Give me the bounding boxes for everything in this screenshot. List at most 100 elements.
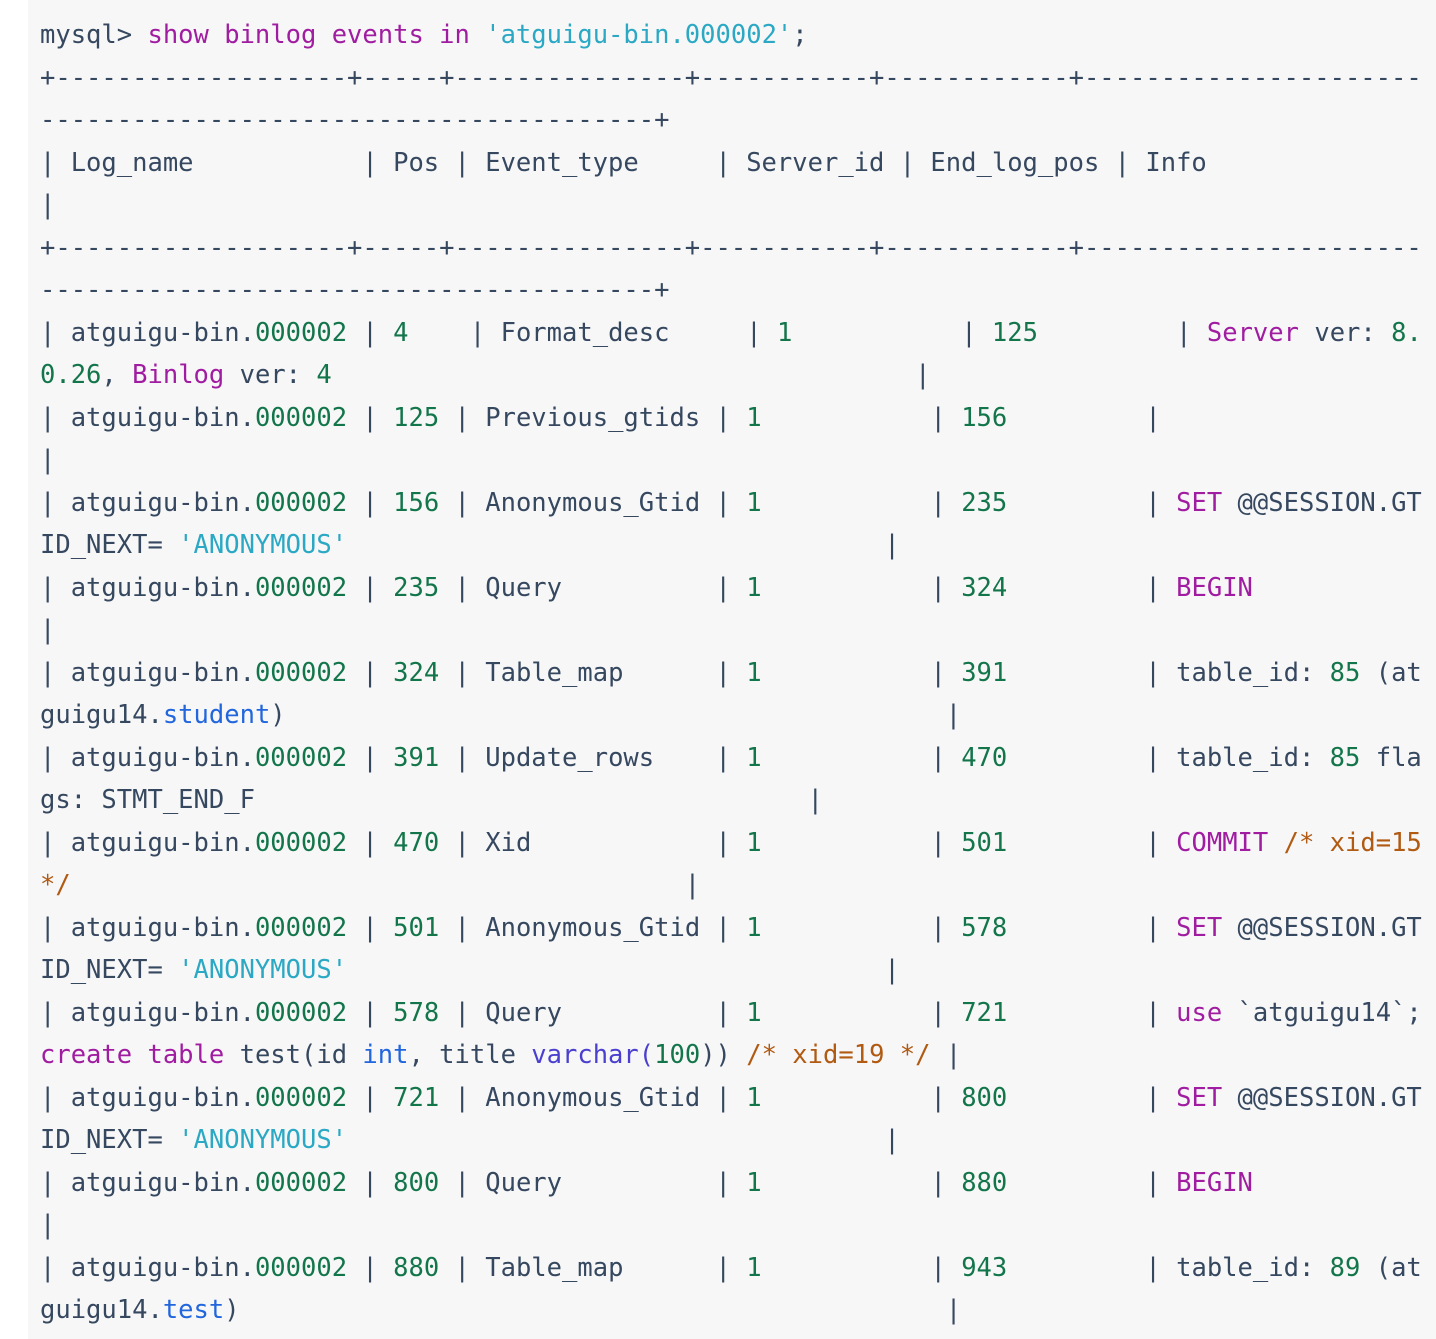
row-9-info-kw-use: use [1176, 997, 1223, 1028]
terminal-text[interactable]: mysql> show binlog events in 'atguigu-bi… [40, 14, 1436, 1332]
row-5-event-type: | Table_map | [439, 657, 747, 688]
sql-keywords: show binlog events in [147, 20, 470, 50]
row-12-server-id: 1 [746, 1252, 762, 1283]
row-7-sep-c: | [1007, 827, 1177, 858]
row-12-sep-a: | [347, 1252, 394, 1283]
row-6-info-table-id-label: | table_id: [1007, 742, 1330, 773]
row-5-log-name: | atguigu-bin. [40, 657, 255, 688]
row-3-log-suffix: 000002 [254, 487, 348, 518]
row-1-server-id: 1 [776, 317, 793, 348]
row-9-info-varchar-length: 100 [654, 1040, 701, 1070]
row-8-log-suffix: 000002 [254, 912, 348, 943]
row-10-sep-c: | [1007, 1082, 1177, 1113]
row-8-sep-a: | [347, 912, 394, 943]
row-2-log-name: | atguigu-bin. [40, 402, 255, 433]
row-7-tail: | [70, 870, 701, 900]
row-9-sep-a: | [347, 997, 394, 1028]
row-10-end-log-pos: 800 [961, 1082, 1008, 1113]
row-1-pos: 4 [393, 317, 409, 348]
row-4-sep-a: | [347, 572, 394, 603]
row-1-event-type: | Format_desc | [408, 317, 777, 348]
row-9-info-type-int: int [362, 1040, 409, 1070]
row-10-event-type: | Anonymous_Gtid | [439, 1082, 747, 1113]
row-7-info-space [1268, 828, 1283, 858]
row-1-info-comma: , [101, 360, 133, 390]
row-8-end-log-pos: 578 [961, 912, 1008, 943]
row-5-info-close-paren: ) [270, 700, 286, 730]
row-10-log-name: | atguigu-bin. [40, 1082, 255, 1113]
row-1-sep-c: | [1037, 317, 1207, 348]
row-11-sep-b: | [761, 1167, 962, 1198]
row-12-end-log-pos: 943 [961, 1252, 1008, 1283]
row-7-event-type: | Xid | [439, 827, 747, 858]
row-8-info-kw-set: SET [1176, 912, 1223, 943]
row-9-info-open-paren: ( [638, 1040, 655, 1070]
terminal-output-page: mysql> show binlog events in 'atguigu-bi… [0, 0, 1436, 1339]
row-5-end-log-pos: 391 [961, 657, 1008, 688]
row-12-log-suffix: 000002 [254, 1252, 348, 1283]
row-4-server-id: 1 [746, 572, 762, 603]
row-2-end-log-pos: 156 [961, 402, 1008, 433]
row-12-info-table-id-label: | table_id: [1007, 1252, 1330, 1283]
row-9-info-kw-create-table: create table [40, 1040, 225, 1070]
row-10-log-suffix: 000002 [254, 1082, 348, 1113]
row-8-sep-c: | [1007, 912, 1177, 943]
row-1-info-kw-server: Server [1206, 317, 1299, 348]
row-5-pos: 324 [393, 657, 440, 688]
row-1-end-log-pos: 125 [991, 317, 1038, 348]
row-6-server-id: 1 [746, 742, 762, 773]
row-7-end-log-pos: 501 [961, 827, 1008, 858]
row-6-log-name: | atguigu-bin. [40, 742, 255, 773]
mysql-prompt: mysql> [40, 20, 148, 50]
row-10-info-anonymous: 'ANONYMOUS' [178, 1125, 348, 1155]
row-9-pos: 578 [393, 997, 440, 1028]
row-4-sep-c: | [1007, 572, 1177, 603]
row-9-end-log-pos: 721 [961, 997, 1008, 1028]
row-4-event-type: | Query | [439, 572, 747, 603]
row-4-log-suffix: 000002 [254, 572, 348, 603]
row-3-info-anonymous: 'ANONYMOUS' [178, 530, 348, 560]
row-2-server-id: 1 [746, 402, 762, 433]
row-1-log-name: | atguigu-bin. [40, 317, 255, 348]
row-3-log-name: | atguigu-bin. [40, 487, 255, 518]
row-7-log-name: | atguigu-bin. [40, 827, 255, 858]
row-9-info-table-cols: test(id [224, 1040, 363, 1070]
row-5-tail: | [285, 700, 962, 730]
row-10-sep-a: | [347, 1082, 394, 1113]
binlog-filename-literal: 'atguigu-bin.000002' [469, 20, 793, 50]
row-1-info-ver-label: ver: [1298, 317, 1392, 348]
row-3-server-id: 1 [746, 487, 762, 518]
row-5-info-table-id: 85 [1329, 657, 1361, 688]
row-3-tail: | [347, 530, 900, 560]
row-8-sep-b: | [761, 912, 962, 943]
code-block: mysql> show binlog events in 'atguigu-bi… [28, 0, 1436, 1339]
row-7-log-suffix: 000002 [254, 827, 348, 858]
row-1-info-ver2-label: ver: [224, 360, 317, 390]
row-2-sep-c: | [1007, 402, 1161, 433]
row-4-sep-b: | [761, 572, 962, 603]
row-8-pos: 501 [393, 912, 440, 943]
row-8-event-type: | Anonymous_Gtid | [439, 912, 747, 943]
row-8-info-anonymous: 'ANONYMOUS' [178, 955, 348, 985]
row-11-info-kw-begin: BEGIN [1176, 1167, 1253, 1198]
row-1-sep-b: | [792, 317, 992, 348]
table-separator-header: +-------------------+-----+-------------… [40, 232, 1422, 306]
row-12-info-table-id: 89 [1329, 1252, 1361, 1283]
row-12-log-name: | atguigu-bin. [40, 1252, 255, 1283]
row-12-sep-b: | [761, 1252, 962, 1283]
row-8-server-id: 1 [746, 912, 762, 943]
row-9-log-name: | atguigu-bin. [40, 997, 255, 1028]
row-3-event-type: | Anonymous_Gtid | [439, 487, 747, 518]
row-5-log-suffix: 000002 [254, 657, 348, 688]
row-5-sep-b: | [761, 657, 962, 688]
row-11-end-log-pos: 880 [961, 1167, 1008, 1198]
row-1-info-kw-binlog: Binlog [132, 360, 225, 390]
row-9-log-suffix: 000002 [254, 997, 348, 1028]
row-7-info-kw-commit: COMMIT [1176, 827, 1269, 858]
row-5-info-table-name: student [162, 700, 271, 730]
row-7-pos: 470 [393, 827, 440, 858]
row-6-pos: 391 [393, 742, 440, 773]
row-6-tail: | [254, 785, 823, 815]
row-11-event-type: | Query | [439, 1167, 747, 1198]
row-11-sep-a: | [347, 1167, 394, 1198]
